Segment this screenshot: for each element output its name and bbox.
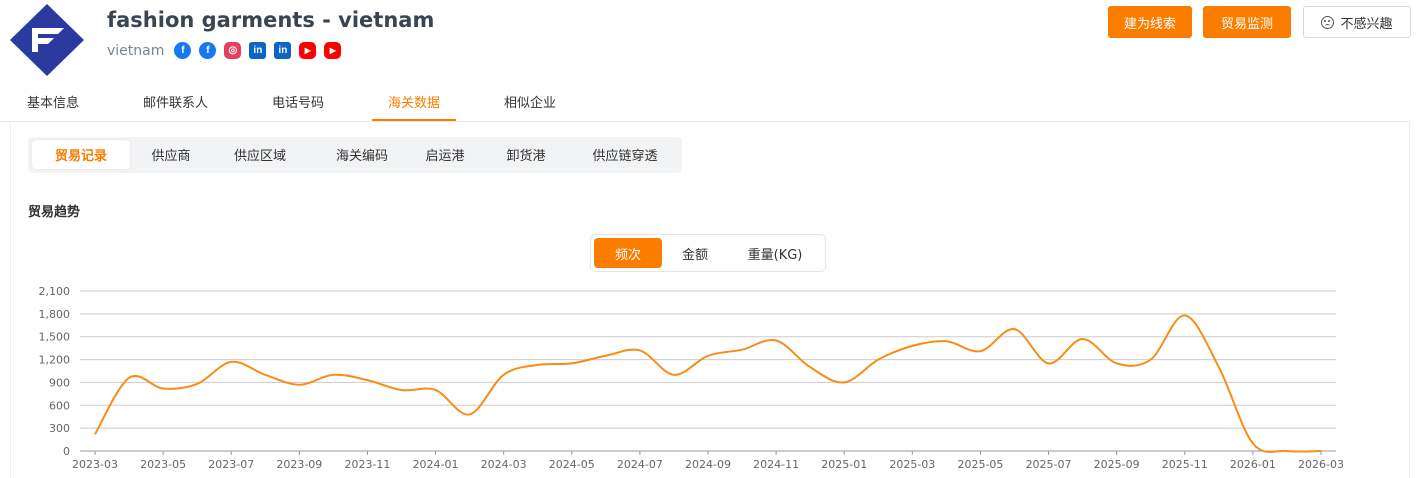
main-tabs: 基本信息 邮件联系人 电话号码 海关数据 相似企业 [0,84,1410,122]
subtab-supply-regions[interactable]: 供应区域 [214,140,306,169]
x-tick-label: 2025-09 [1094,458,1140,471]
linkedin-icon[interactable]: in [249,42,267,59]
x-tick-label: 2024-05 [549,458,595,471]
series-line-frequency [94,314,1322,453]
metric-weight-button[interactable]: 重量(KG) [729,238,821,268]
metric-toggle: 频次 金额 重量(KG) [590,234,826,272]
x-tick-label: 2026-03 [1298,458,1344,471]
social-links: f f ◎ in in ▶ ▶ [174,42,349,59]
subtab-suppliers[interactable]: 供应商 [136,140,206,169]
x-tick-label: 2024-01 [413,458,459,471]
company-country: vietnam [107,42,165,59]
x-tick-label: 2024-11 [753,458,799,471]
x-tick-label: 2023-09 [276,458,322,471]
not-interested-button[interactable]: 不感兴趣 [1303,6,1411,38]
y-tick-label: 900 [49,376,70,389]
tab-email-contacts[interactable]: 邮件联系人 [143,92,208,111]
subtab-departure-ports[interactable]: 启运港 [412,140,478,169]
x-tick-label: 2023-07 [208,458,254,471]
y-tick-label: 0 [63,445,70,458]
x-tick-label: 2025-05 [957,458,1003,471]
x-tick-label: 2025-11 [1162,458,1208,471]
linkedin-icon[interactable]: in [274,42,292,59]
subtab-hs-codes[interactable]: 海关编码 [312,140,412,169]
tab-basic-info[interactable]: 基本信息 [27,92,79,111]
x-tick-label: 2025-03 [889,458,935,471]
y-tick-label: 600 [49,399,70,412]
metric-amount-button[interactable]: 金额 [663,238,727,268]
x-tick-label: 2023-05 [140,458,186,471]
facebook-icon[interactable]: f [174,42,192,59]
tab-similar-companies[interactable]: 相似企业 [504,92,556,111]
company-logo [10,4,84,76]
metric-frequency-button[interactable]: 频次 [594,238,662,268]
x-tick-label: 2024-03 [481,458,527,471]
company-subtitle: vietnam f f ◎ in in ▶ ▶ [107,42,349,59]
x-tick-label: 2024-07 [617,458,663,471]
subtab-arrival-ports[interactable]: 卸货港 [490,140,562,169]
youtube-icon[interactable]: ▶ [299,42,317,59]
y-tick-label: 300 [49,422,70,435]
subtab-supply-chain[interactable]: 供应链穿透 [576,140,674,169]
youtube-icon[interactable]: ▶ [324,42,342,59]
active-tab-indicator [372,119,456,121]
x-tick-label: 2026-01 [1230,458,1276,471]
facebook-icon[interactable]: f [199,42,217,59]
y-tick-label: 1,200 [39,354,71,367]
x-tick-label: 2023-11 [344,458,390,471]
x-tick-label: 2023-03 [72,458,118,471]
company-name: fashion garments - vietnam [107,8,435,32]
y-tick-label: 2,100 [39,285,71,298]
instagram-icon[interactable]: ◎ [224,42,242,59]
sad-face-icon [1321,15,1335,29]
x-tick-label: 2025-01 [821,458,867,471]
trade-monitor-button[interactable]: 贸易监测 [1203,6,1291,38]
x-tick-label: 2024-09 [685,458,731,471]
y-tick-label: 1,500 [39,331,71,344]
tab-customs-data[interactable]: 海关数据 [388,92,440,111]
subtab-trade-records[interactable]: 贸易记录 [32,140,130,169]
x-tick-label: 2025-07 [1026,458,1072,471]
create-lead-button[interactable]: 建为线索 [1108,6,1192,38]
y-tick-label: 1,800 [39,308,71,321]
sub-tabs: 贸易记录 供应商 供应区域 海关编码 启运港 卸货港 供应链穿透 [28,137,682,173]
trade-trend-chart: 0 300 600 900 1,200 1,500 1,800 2,100 2023-03 202… [39,285,1344,471]
trade-trend-title: 贸易趋势 [28,205,81,220]
not-interested-label: 不感兴趣 [1340,16,1393,32]
tab-phone-numbers[interactable]: 电话号码 [272,92,324,111]
